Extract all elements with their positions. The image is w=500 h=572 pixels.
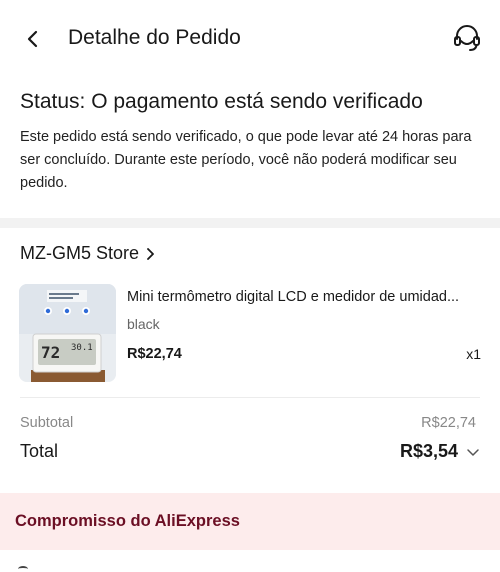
- total-expand-toggle[interactable]: R$3,54: [400, 441, 480, 462]
- total-row: Total R$3,54: [20, 441, 480, 462]
- page-title: Detalhe do Pedido: [68, 26, 241, 49]
- commitment-title: Compromisso do AliExpress: [15, 512, 240, 530]
- section-divider: [0, 218, 500, 228]
- thermometer-product-image: 72 30.1: [19, 284, 116, 382]
- subtotal-row: Subtotal R$22,74: [20, 415, 476, 431]
- product-quantity: x1: [466, 346, 481, 362]
- headset-support-icon: [454, 25, 480, 51]
- thumbnail-humidity-reading: 30.1: [71, 343, 93, 353]
- product-variant: black: [127, 316, 160, 332]
- customer-support-button[interactable]: [450, 21, 484, 55]
- chevron-left-icon: [27, 30, 38, 48]
- total-label: Total: [20, 441, 59, 461]
- subtotal-label: Subtotal: [20, 415, 74, 431]
- product-price: R$22,74: [127, 346, 182, 362]
- product-name[interactable]: Mini termômetro digital LCD e medidor de…: [127, 289, 477, 305]
- summary-divider: [20, 397, 480, 398]
- subtotal-value: R$22,74: [421, 415, 476, 431]
- status-description: Este pedido está sendo verificado, o que…: [20, 129, 472, 191]
- status-title: Status: O pagamento está sendo verificad…: [20, 90, 423, 113]
- order-status-section: Status: O pagamento está sendo verificad…: [20, 88, 485, 195]
- product-item: 72 30.1 Mini termômetro digital LCD e me…: [19, 284, 481, 384]
- back-button[interactable]: [18, 24, 48, 54]
- next-section-icon: [18, 566, 28, 572]
- thumbnail-temperature-reading: 72: [41, 343, 60, 362]
- total-value: R$3,54: [399, 441, 458, 461]
- store-name: MZ-GM5 Store: [20, 243, 140, 263]
- top-bar: Detalhe do Pedido: [0, 0, 500, 76]
- chevron-down-icon: [466, 447, 480, 457]
- chevron-right-icon: [145, 247, 155, 261]
- store-link[interactable]: MZ-GM5 Store: [20, 243, 155, 264]
- product-thumbnail[interactable]: 72 30.1: [19, 284, 116, 382]
- aliexpress-commitment-banner[interactable]: Compromisso do AliExpress: [0, 493, 500, 550]
